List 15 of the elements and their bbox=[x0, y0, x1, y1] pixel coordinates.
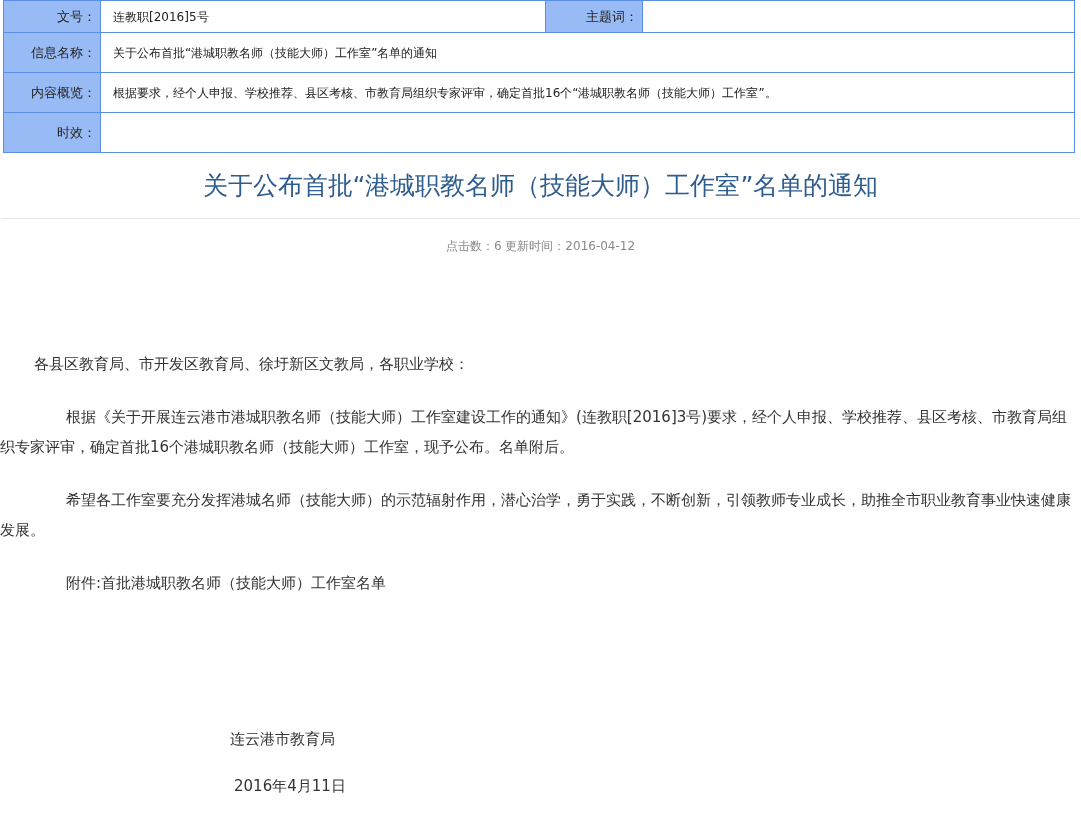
article-paragraph: 各县区教育局、市开发区教育局、徐圩新区文教局，各职业学校： bbox=[33, 354, 470, 375]
article-paragraph: 根据《关于开展连云港市港城职教名师（技能大师）工作室建设工作的通知》(连教职[2016]3号)要求，经个人申报、学校推荐、县区考核、市教育局组织专家评审，确定首批16个港城职教名师（技能大师）工作室，现予公布。名单附后。 bbox=[0, 407, 1069, 458]
field-value: 根据要求，经个人申报、学校推荐、县区考核、市教育局组织专家评审，确定首批16个“港城职教名师（技能大师）工作室”。 bbox=[101, 73, 1075, 112]
article-title: 关于公布首批“港城职教名师（技能大师）工作室”名单的通知 bbox=[202, 169, 879, 202]
article-paragraph: 希望各工作室要充分发挥港城名师（技能大师）的示范辐射作用，潜心治学，勇于实践，不断创新，引领教师专业成长，助推全市职业教育事业快速健康发展。 bbox=[0, 490, 1072, 541]
field-label: 时效： bbox=[4, 113, 101, 152]
field-value: 关于公布首批“港城职教名师（技能大师）工作室”名单的通知 bbox=[101, 33, 1075, 72]
signature-date: 2016年4月11日 bbox=[233, 775, 347, 797]
field-label: 信息名称： bbox=[4, 33, 101, 72]
field-label: 内容概览： bbox=[4, 73, 101, 112]
signature-organization: 连云港市教育局 bbox=[230, 729, 336, 750]
article-meta: 点击数：6 更新时间：2016-04-12 bbox=[444, 238, 637, 255]
field-label: 文号： bbox=[4, 1, 101, 32]
field-label: 主题词： bbox=[546, 1, 643, 32]
article-paragraph: 附件:首批港城职教名师（技能大师）工作室名单 bbox=[65, 573, 388, 594]
